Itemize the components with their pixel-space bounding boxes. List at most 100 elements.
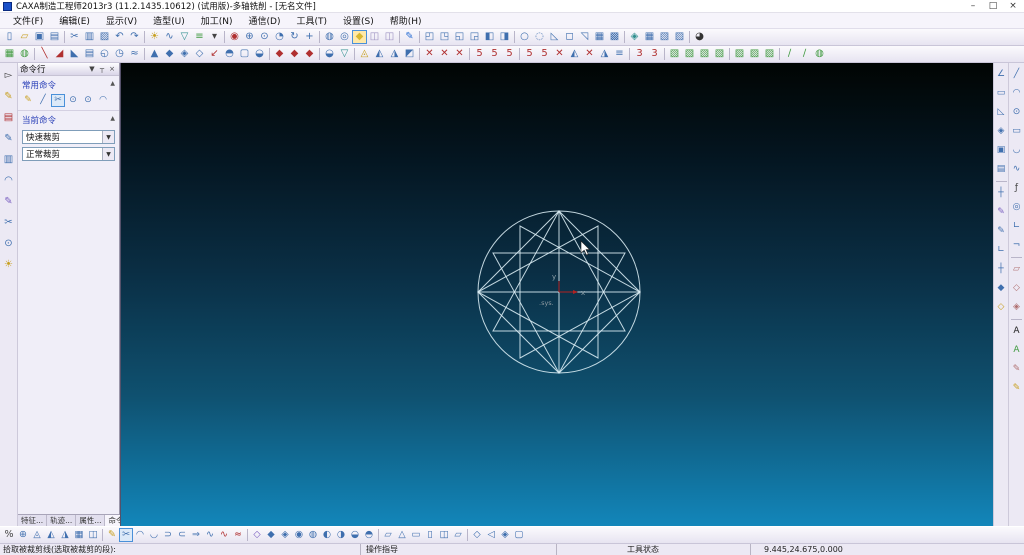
view-cube-1-icon[interactable]: ◰	[422, 30, 437, 44]
tool-library-icon[interactable]: ▽	[337, 47, 352, 61]
surface-op-1-icon[interactable]: ▱	[381, 528, 395, 542]
common-commands-header[interactable]: 常用命令 ▲	[18, 76, 119, 92]
open-file-icon[interactable]: ▱	[17, 30, 32, 44]
measure-1-icon[interactable]: ∕	[782, 47, 797, 61]
current-command-header[interactable]: 当前命令 ▲	[18, 111, 119, 127]
dim-pen-2-icon[interactable]: ✎	[995, 222, 1008, 241]
surface-op-3-icon[interactable]: ▭	[409, 528, 423, 542]
rough-machining-icon[interactable]: ◆	[272, 47, 287, 61]
array-tool-icon[interactable]: ▦	[72, 528, 86, 542]
menu-item-8[interactable]: 设置(S)	[335, 13, 382, 28]
sim-check-7-icon[interactable]: ▨	[762, 47, 777, 61]
panel-tab-2[interactable]: 轨迹...	[47, 515, 77, 526]
clean-tool-icon[interactable]: ◍	[812, 47, 827, 61]
spline-edit-1-icon[interactable]: ∿	[203, 528, 217, 542]
axis5-flowline-icon[interactable]: ◮	[597, 47, 612, 61]
zoom-dynamic-icon[interactable]: ⊙	[257, 30, 272, 44]
dim-center-icon[interactable]: ┼	[995, 260, 1008, 279]
render-toggle-icon[interactable]: ☀	[147, 30, 162, 44]
dim-angle-icon[interactable]: ∠	[995, 65, 1008, 84]
shell-solid-icon[interactable]: ▢	[237, 47, 252, 61]
dim-box-2-icon[interactable]: ▤	[995, 160, 1008, 179]
dim-star-icon[interactable]: ◇	[995, 298, 1008, 317]
chevron-down-icon[interactable]: ▼	[102, 131, 114, 143]
draw-pattern-icon[interactable]: ◇	[1010, 279, 1023, 298]
surface-patch-icon[interactable]: ◣	[67, 47, 82, 61]
surface-op-2-icon[interactable]: △	[395, 528, 409, 542]
spline-edit-2-icon[interactable]: ∿	[217, 528, 231, 542]
curve-op-7-icon[interactable]: ◑	[334, 528, 348, 542]
dim-cross-icon[interactable]: ┼	[995, 184, 1008, 203]
axis-display-icon[interactable]: ▧	[657, 30, 672, 44]
curve-op-4-icon[interactable]: ◉	[292, 528, 306, 542]
panel-pin-icon[interactable]: ┬	[97, 65, 107, 73]
fillet-solid-icon[interactable]: ◒	[252, 47, 267, 61]
save-file-icon[interactable]: ▣	[32, 30, 47, 44]
panel-tab-3[interactable]: 属性...	[76, 515, 106, 526]
erase-tool-icon[interactable]: ✎	[105, 528, 119, 542]
axis5-layer-icon[interactable]: ≡	[612, 47, 627, 61]
draw-offset-icon[interactable]: ▱	[1010, 260, 1023, 279]
print-icon[interactable]: ▤	[47, 30, 62, 44]
five-axis-2-icon[interactable]: ✕	[437, 47, 452, 61]
collapse-icon[interactable]: ▲	[110, 114, 115, 126]
draw-chamfer-icon[interactable]: ¬	[1010, 236, 1023, 255]
draw-rect-icon[interactable]: ▭	[1010, 122, 1023, 141]
axis3-tool-2-icon[interactable]: 3	[647, 47, 662, 61]
draw-arc2-icon[interactable]: ◡	[1010, 141, 1023, 160]
menu-item-1[interactable]: 文件(F)	[5, 13, 51, 28]
sweep-surface-icon[interactable]: ◷	[112, 47, 127, 61]
curve-op-3-icon[interactable]: ◈	[278, 528, 292, 542]
view-half-2-icon[interactable]: ◨	[497, 30, 512, 44]
surface-op-9-icon[interactable]: ◈	[498, 528, 512, 542]
edit-pen-1-icon[interactable]: ✎	[1010, 360, 1023, 379]
menu-item-9[interactable]: 帮助(H)	[382, 13, 430, 28]
shade-sphere-1-icon[interactable]: ○	[517, 30, 532, 44]
box-solid-icon[interactable]: ◈	[177, 47, 192, 61]
dim-pen-1-icon[interactable]: ✎	[995, 203, 1008, 222]
scale-tool-icon[interactable]: %	[2, 528, 16, 542]
draw-spline-icon[interactable]: ∿	[1010, 160, 1023, 179]
axis5-swarf-icon[interactable]: ✕	[582, 47, 597, 61]
panel-tab-1[interactable]: 特征...	[18, 515, 48, 526]
axis5-tool-4-icon[interactable]: 5	[522, 47, 537, 61]
tile-window-2-icon[interactable]: ◫	[382, 30, 397, 44]
select-pointer-icon[interactable]: ▻	[1, 65, 17, 86]
text-style-icon[interactable]: A	[1010, 341, 1023, 360]
common-erase-tool-icon[interactable]: ✎	[21, 94, 35, 107]
trim-tool-active-icon[interactable]: ◆	[352, 30, 367, 44]
menu-item-7[interactable]: 工具(T)	[288, 13, 335, 28]
about-help-icon[interactable]: ◕	[692, 30, 707, 44]
wheel-tool-icon[interactable]: ⊙	[1, 233, 17, 254]
extend-1-icon[interactable]: ⊃	[161, 528, 175, 542]
rotate-view-icon[interactable]: ↻	[287, 30, 302, 44]
chamfer-corner-icon[interactable]: ◡	[147, 528, 161, 542]
draw-hatch-icon[interactable]: ◈	[1010, 298, 1023, 317]
axis5-tool-2-icon[interactable]: 5	[487, 47, 502, 61]
view-cube-2-icon[interactable]: ◳	[437, 30, 452, 44]
sim-check-3-icon[interactable]: ▧	[697, 47, 712, 61]
layer-stack-icon[interactable]: ≡	[192, 30, 207, 44]
menu-item-2[interactable]: 编辑(E)	[51, 13, 98, 28]
solid-view-3-icon[interactable]: ▦	[592, 30, 607, 44]
cut-icon[interactable]: ✂	[67, 30, 82, 44]
chevron-down-icon[interactable]: ▼	[102, 148, 114, 160]
pan-view-icon[interactable]: +	[302, 30, 317, 44]
common-line-tool-icon[interactable]: ╱	[36, 94, 50, 107]
annotate-pen-icon[interactable]: ✎	[402, 30, 417, 44]
plane-tool-icon[interactable]: ◢	[52, 47, 67, 61]
toolpath-simulate-icon[interactable]: ◮	[387, 47, 402, 61]
toolpath-generate-icon[interactable]: ◬	[357, 47, 372, 61]
axis3-tool-1-icon[interactable]: 3	[632, 47, 647, 61]
panel-close-icon[interactable]: ×	[107, 65, 117, 73]
zoom-in-icon[interactable]: ⊕	[242, 30, 257, 44]
extrude-solid-icon[interactable]: ▲	[147, 47, 162, 61]
revolve-solid-icon[interactable]: ◓	[222, 47, 237, 61]
collapse-icon[interactable]: ▲	[110, 79, 115, 91]
stretch-tool-icon[interactable]: ⇒	[189, 528, 203, 542]
solid-view-4-icon[interactable]: ▩	[607, 30, 622, 44]
view-home-icon[interactable]: ◉	[227, 30, 242, 44]
surface-op-10-icon[interactable]: ▢	[512, 528, 526, 542]
wireframe-display-icon[interactable]: ∿	[162, 30, 177, 44]
mirror-x-icon[interactable]: ◬	[30, 528, 44, 542]
